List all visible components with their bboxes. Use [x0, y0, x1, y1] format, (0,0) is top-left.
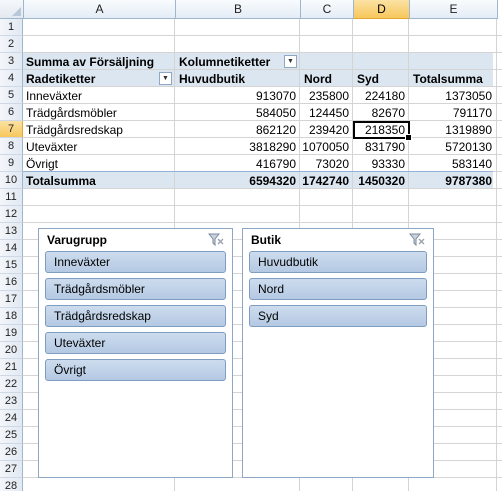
- pivot-value[interactable]: 1373050: [410, 88, 492, 104]
- gridline: [23, 222, 502, 223]
- pivot-total-value[interactable]: 1742740: [301, 173, 349, 189]
- row-header[interactable]: 21: [0, 359, 23, 376]
- pivot-values-label[interactable]: Summa av Försäljning: [26, 54, 154, 70]
- row-header[interactable]: 17: [0, 291, 23, 308]
- row-header[interactable]: 8: [0, 138, 23, 155]
- row-header[interactable]: 20: [0, 342, 23, 359]
- slicer-butik[interactable]: Butik Huvudbutik Nord Syd: [242, 228, 434, 478]
- gridline: [496, 19, 497, 491]
- pivot-value[interactable]: 124450: [301, 105, 349, 121]
- pivot-value[interactable]: 93330: [354, 156, 405, 172]
- pivot-value[interactable]: 862120: [176, 122, 296, 138]
- row-header[interactable]: 13: [0, 223, 23, 240]
- active-cell-selection[interactable]: [353, 121, 412, 141]
- pivot-row-label[interactable]: Inneväxter: [26, 88, 82, 104]
- slicer-item[interactable]: Trädgårdsmöbler: [45, 278, 226, 300]
- slicer-varugrupp[interactable]: Varugrupp Inneväxter Trädgårdsmöbler Trä…: [38, 228, 233, 478]
- column-header-a[interactable]: A: [24, 0, 176, 19]
- column-header-c[interactable]: C: [301, 0, 354, 19]
- row-header[interactable]: 27: [0, 461, 23, 478]
- pivot-value[interactable]: 73020: [301, 156, 349, 172]
- pivot-value[interactable]: 416790: [176, 156, 296, 172]
- row-header[interactable]: 15: [0, 257, 23, 274]
- row-header[interactable]: 6: [0, 104, 23, 121]
- pivot-column-labels[interactable]: Kolumnetiketter: [179, 54, 270, 70]
- gridline: [23, 35, 502, 36]
- row-header[interactable]: 12: [0, 206, 23, 223]
- row-header[interactable]: 14: [0, 240, 23, 257]
- pivot-value[interactable]: 3818290: [176, 139, 296, 155]
- row-header[interactable]: 19: [0, 325, 23, 342]
- column-header-d[interactable]: D: [354, 0, 410, 19]
- row-header[interactable]: 22: [0, 376, 23, 393]
- pivot-value[interactable]: 1319890: [410, 122, 492, 138]
- row-header[interactable]: 3: [0, 53, 23, 70]
- row-header[interactable]: 25: [0, 427, 23, 444]
- pivot-total-value[interactable]: 6594320: [176, 173, 296, 189]
- pivot-row-label[interactable]: Övrigt: [26, 156, 58, 172]
- slicer-item[interactable]: Trädgårdsredskap: [45, 305, 226, 327]
- row-header[interactable]: 5: [0, 87, 23, 104]
- slicer-item[interactable]: Inneväxter: [45, 251, 226, 273]
- pivot-total-value[interactable]: 1450320: [354, 173, 405, 189]
- gridline: [23, 205, 502, 206]
- row-header[interactable]: 16: [0, 274, 23, 291]
- pivot-value[interactable]: 82670: [354, 105, 405, 121]
- pivot-column-header[interactable]: Huvudbutik: [179, 71, 245, 87]
- cell-grid[interactable]: Summa av Försäljning Kolumnetiketter ▼ R…: [23, 19, 502, 491]
- pivot-value[interactable]: 913070: [176, 88, 296, 104]
- pivot-row-label[interactable]: Uteväxter: [26, 139, 77, 155]
- row-header[interactable]: 2: [0, 36, 23, 53]
- spreadsheet: A B C D E 1 2 3 4 5 6 7 8 9 10 11 12 13 …: [0, 0, 502, 491]
- row-header[interactable]: 11: [0, 189, 23, 206]
- pivot-value[interactable]: 831790: [354, 139, 405, 155]
- pivot-value[interactable]: 791170: [410, 105, 492, 121]
- pivot-value[interactable]: 224180: [354, 88, 405, 104]
- slicer-item[interactable]: Nord: [249, 278, 427, 300]
- clear-filter-icon[interactable]: [208, 233, 224, 247]
- row-header[interactable]: 24: [0, 410, 23, 427]
- pivot-value[interactable]: 235800: [301, 88, 349, 104]
- pivot-column-header[interactable]: Nord: [304, 71, 332, 87]
- pivot-row-label[interactable]: Trädgårdsmöbler: [26, 105, 117, 121]
- row-header[interactable]: 10: [0, 172, 23, 189]
- gridline: [23, 52, 502, 53]
- row-header[interactable]: 7: [0, 121, 23, 138]
- row-header[interactable]: 26: [0, 444, 23, 461]
- slicer-title: Varugrupp: [47, 233, 108, 247]
- slicer-item[interactable]: Huvudbutik: [249, 251, 427, 273]
- row-header[interactable]: 9: [0, 155, 23, 172]
- pivot-value[interactable]: 239420: [301, 122, 349, 138]
- pivot-value[interactable]: 584050: [176, 105, 296, 121]
- column-headers: A B C D E: [0, 0, 502, 19]
- pivot-total-label[interactable]: Totalsumma: [26, 173, 96, 189]
- pivot-column-header[interactable]: Syd: [357, 71, 379, 87]
- column-header-b[interactable]: B: [176, 0, 301, 19]
- pivot-row-labels[interactable]: Radetiketter: [26, 71, 95, 87]
- pivot-value[interactable]: 1070050: [301, 139, 349, 155]
- slicer-header: Butik: [243, 229, 433, 251]
- row-header[interactable]: 28: [0, 478, 23, 491]
- pivot-value[interactable]: 5720130: [410, 139, 492, 155]
- slicer-header: Varugrupp: [39, 229, 232, 251]
- clear-filter-icon[interactable]: [409, 233, 425, 247]
- column-filter-dropdown-icon[interactable]: ▼: [284, 55, 297, 68]
- column-header-e[interactable]: E: [410, 0, 498, 19]
- select-all-corner[interactable]: [0, 0, 24, 19]
- row-filter-dropdown-icon[interactable]: ▼: [159, 72, 172, 85]
- row-headers: 1 2 3 4 5 6 7 8 9 10 11 12 13 14 15 16 1…: [0, 19, 23, 491]
- row-header[interactable]: 1: [0, 19, 23, 36]
- pivot-value[interactable]: 583140: [410, 156, 492, 172]
- slicer-item[interactable]: Övrigt: [45, 359, 226, 381]
- slicer-item[interactable]: Uteväxter: [45, 332, 226, 354]
- row-header[interactable]: 4: [0, 70, 23, 87]
- row-header[interactable]: 23: [0, 393, 23, 410]
- slicer-title: Butik: [251, 233, 281, 247]
- row-header[interactable]: 18: [0, 308, 23, 325]
- slicer-item[interactable]: Syd: [249, 305, 427, 327]
- pivot-row-label[interactable]: Trädgårdsredskap: [26, 122, 123, 138]
- pivot-column-header[interactable]: Totalsumma: [413, 71, 483, 87]
- pivot-total-value[interactable]: 9787380: [410, 173, 492, 189]
